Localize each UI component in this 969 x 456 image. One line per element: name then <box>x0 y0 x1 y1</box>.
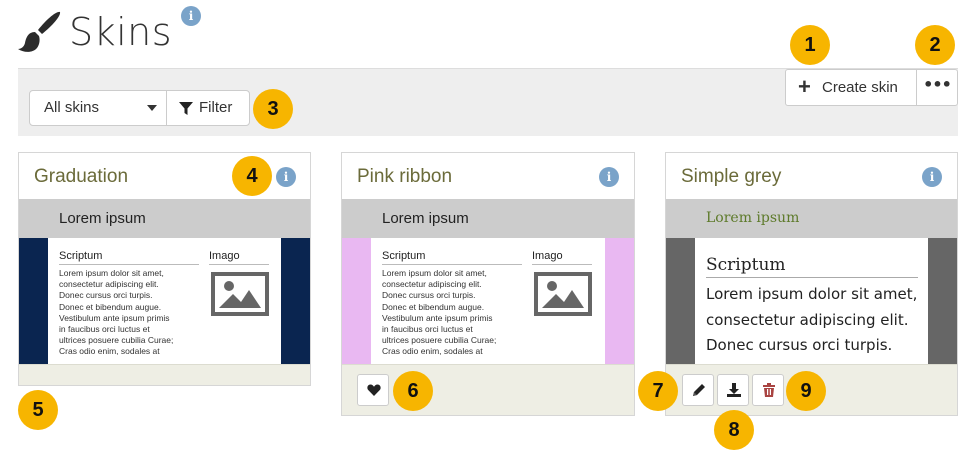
preview-header: Lorem ipsum <box>19 199 310 238</box>
callout-badge: 7 <box>638 371 678 411</box>
preview-column-title: Scriptum <box>706 255 918 278</box>
callout-badge: 3 <box>253 89 293 129</box>
delete-skin-button[interactable] <box>752 374 784 406</box>
favourite-button[interactable] <box>357 374 389 406</box>
download-icon <box>727 383 741 397</box>
preview-side-left <box>666 238 695 364</box>
info-icon[interactable]: i <box>922 167 942 187</box>
skin-preview[interactable]: Lorem ipsum Scriptum Imago Lorem ipsum d… <box>19 199 310 364</box>
select-value: All skins <box>44 99 100 116</box>
preview-side-left <box>19 238 48 364</box>
skin-preview[interactable]: Lorem ipsum Scriptum Lorem ipsum dolor s… <box>666 199 957 364</box>
pencil-icon <box>693 384 705 396</box>
edit-skin-button[interactable] <box>682 374 714 406</box>
more-options-button[interactable]: ••• <box>916 69 958 106</box>
skin-title[interactable]: Pink ribbon <box>357 165 452 189</box>
paintbrush-icon <box>18 11 61 52</box>
create-skin-label: Create skin <box>822 79 898 96</box>
more-icon: ••• <box>923 75 952 94</box>
card-footer <box>342 364 634 415</box>
preview-text: Lorem ipsum dolor sit amet, consectetur … <box>59 268 174 357</box>
skin-card-pink-ribbon: Pink ribbon i Lorem ipsum Scriptum Imago… <box>341 152 635 416</box>
callout-badge: 5 <box>18 390 58 430</box>
image-placeholder-icon <box>534 272 592 316</box>
callout-badge: 2 <box>915 25 955 65</box>
preview-text: Lorem ipsum dolor sit amet, consectetur … <box>706 285 918 354</box>
preview-column-title: Imago <box>209 250 269 265</box>
preview-column-title: Scriptum <box>59 250 199 265</box>
skin-title[interactable]: Graduation <box>34 165 128 189</box>
callout-badge: 4 <box>232 156 272 196</box>
callout-badge: 1 <box>790 25 830 65</box>
preview-side-right <box>281 238 310 364</box>
callout-badge: 8 <box>714 410 754 450</box>
preview-header: Lorem ipsum <box>666 199 957 238</box>
info-icon[interactable]: i <box>599 167 619 187</box>
heart-icon <box>367 384 381 396</box>
skin-title[interactable]: Simple grey <box>681 165 781 189</box>
image-placeholder-icon <box>211 272 269 316</box>
preview-column-title: Scriptum <box>382 250 522 265</box>
filter-icon <box>179 102 193 115</box>
skin-preview[interactable]: Lorem ipsum Scriptum Imago Lorem ipsum d… <box>342 199 634 364</box>
preview-side-right <box>605 238 634 364</box>
skin-type-select[interactable]: All skins <box>29 90 167 126</box>
filter-button[interactable]: Filter <box>166 90 250 126</box>
card-footer <box>19 364 310 385</box>
callout-badge: 9 <box>786 371 826 411</box>
caret-down-icon <box>147 105 157 111</box>
preview-side-left <box>342 238 371 364</box>
info-icon[interactable]: i <box>181 6 201 26</box>
preview-text: Lorem ipsum dolor sit amet, consectetur … <box>382 268 497 357</box>
plus-icon: + <box>798 74 811 99</box>
trash-icon <box>763 383 775 397</box>
preview-column-title: Imago <box>532 250 592 265</box>
callout-badge: 6 <box>393 371 433 411</box>
export-skin-button[interactable] <box>717 374 749 406</box>
create-skin-button[interactable]: + Create skin <box>785 69 917 106</box>
preview-header: Lorem ipsum <box>342 199 634 238</box>
info-icon[interactable]: i <box>276 167 296 187</box>
filter-label: Filter <box>199 99 233 116</box>
page-title: Skins <box>69 10 173 54</box>
